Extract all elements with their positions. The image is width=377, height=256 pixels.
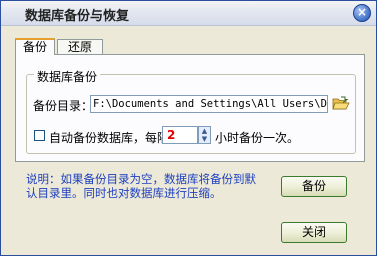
backup-group-title: 数据库备份	[34, 68, 101, 85]
tab-backup[interactable]: 备份	[15, 38, 55, 55]
folder-open-icon[interactable]	[332, 96, 350, 111]
spin-up-icon[interactable]: ▲	[199, 127, 210, 135]
backup-button[interactable]: 备份	[281, 176, 347, 197]
backup-dir-label: 备份目录：	[33, 99, 94, 113]
auto-backup-label: 自动备份数据库，每隔	[49, 131, 170, 145]
tab-panel-backup: 数据库备份 备份目录： F:\Documents and Settings\Al…	[15, 54, 365, 162]
title-bar: 数据库备份与恢复 ×	[1, 1, 376, 26]
window-title: 数据库备份与恢复	[25, 9, 130, 24]
interval-spinner[interactable]: ▲ ▼	[198, 126, 211, 144]
interval-hours-input[interactable]: 2	[162, 126, 198, 144]
auto-backup-checkbox[interactable]	[34, 130, 45, 141]
backup-dir-input[interactable]: F:\Documents and Settings\All Users\Docu…	[90, 95, 328, 113]
interval-suffix-label: 小时备份一次。	[215, 131, 300, 145]
tab-restore[interactable]: 还原	[57, 39, 103, 54]
info-note: 说明：如果备份目录为空，数据库将备份到默认目录里。同时也对数据库进行压缩。	[26, 172, 256, 200]
close-button[interactable]: 关闭	[281, 222, 347, 243]
spin-down-icon[interactable]: ▼	[199, 135, 210, 143]
close-icon[interactable]: ×	[353, 4, 371, 22]
backup-restore-window: 数据库备份与恢复 × 备份 还原 数据库备份 备份目录： F:\Document…	[0, 0, 377, 256]
